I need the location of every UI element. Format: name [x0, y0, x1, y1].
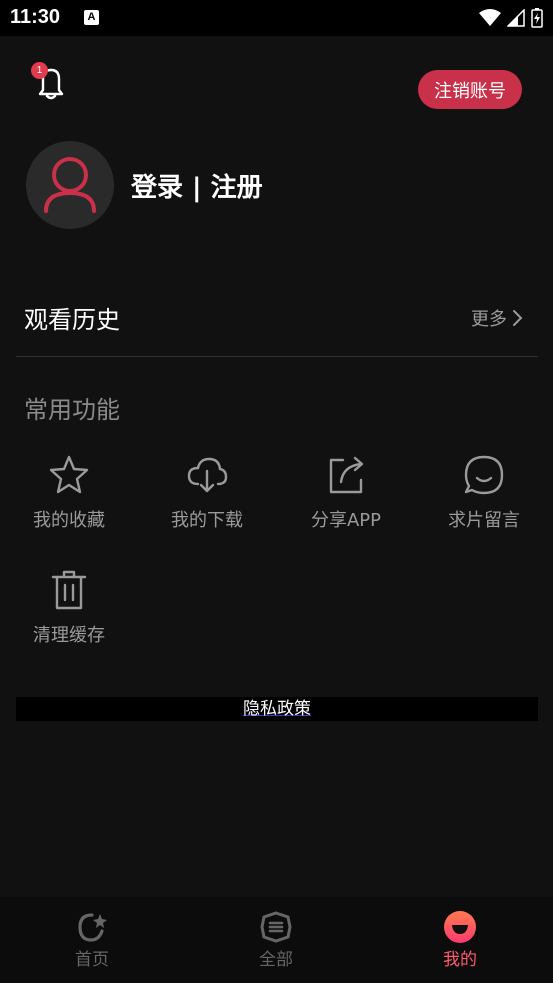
privacy-policy-link[interactable]: 隐私政策 [243, 699, 311, 719]
home-icon [78, 913, 107, 942]
user-icon [44, 157, 96, 213]
avatar[interactable] [26, 141, 114, 229]
history-more-label: 更多 [471, 309, 507, 330]
common-functions-title: 常用功能 [24, 396, 120, 424]
status-time: 11:30 [10, 6, 61, 28]
divider [16, 356, 538, 357]
share-app-button[interactable]: 分享APP [286, 454, 406, 532]
star-icon [49, 455, 89, 494]
status-bar: 11:30 A [0, 0, 553, 36]
downloads-label: 我的下载 [171, 510, 243, 531]
history-more-button[interactable]: 更多 [471, 305, 523, 331]
downloads-button[interactable]: 我的下载 [147, 454, 267, 532]
cancel-account-button[interactable]: 注销账号 [418, 70, 522, 109]
profile-icon [444, 911, 476, 943]
nav-mine[interactable]: 我的 [368, 897, 552, 983]
watch-history-title: 观看历史 [24, 306, 120, 334]
keyboard-a-icon: A [84, 10, 99, 25]
favorites-label: 我的收藏 [33, 510, 105, 531]
nav-home-label: 首页 [75, 950, 109, 970]
all-icon [260, 911, 292, 943]
battery-icon [531, 8, 543, 28]
share-app-label: 分享APP [310, 510, 382, 531]
request-message-button[interactable]: 求片留言 [424, 454, 544, 532]
status-icons [479, 8, 543, 28]
privacy-bar: 隐私政策 [16, 697, 538, 721]
chevron-right-icon [513, 310, 523, 326]
wifi-icon [479, 9, 501, 26]
nav-all[interactable]: 全部 [184, 897, 368, 983]
nav-mine-label: 我的 [443, 950, 477, 970]
signal-icon [507, 9, 525, 27]
notification-badge: 1 [31, 62, 48, 79]
bottom-nav: 首页 全部 我的 [0, 897, 553, 983]
clear-cache-button[interactable]: 清理缓存 [9, 569, 129, 647]
nav-home[interactable]: 首页 [0, 897, 184, 983]
clear-cache-label: 清理缓存 [33, 625, 105, 646]
login-register-link[interactable]: 登录 | 注册 [131, 167, 263, 204]
trash-icon [51, 570, 87, 610]
request-message-label: 求片留言 [448, 510, 520, 531]
share-icon [329, 456, 364, 494]
favorites-button[interactable]: 我的收藏 [9, 454, 129, 532]
nav-all-label: 全部 [259, 950, 293, 970]
cloud-download-icon [187, 457, 228, 493]
chat-icon [464, 455, 504, 495]
